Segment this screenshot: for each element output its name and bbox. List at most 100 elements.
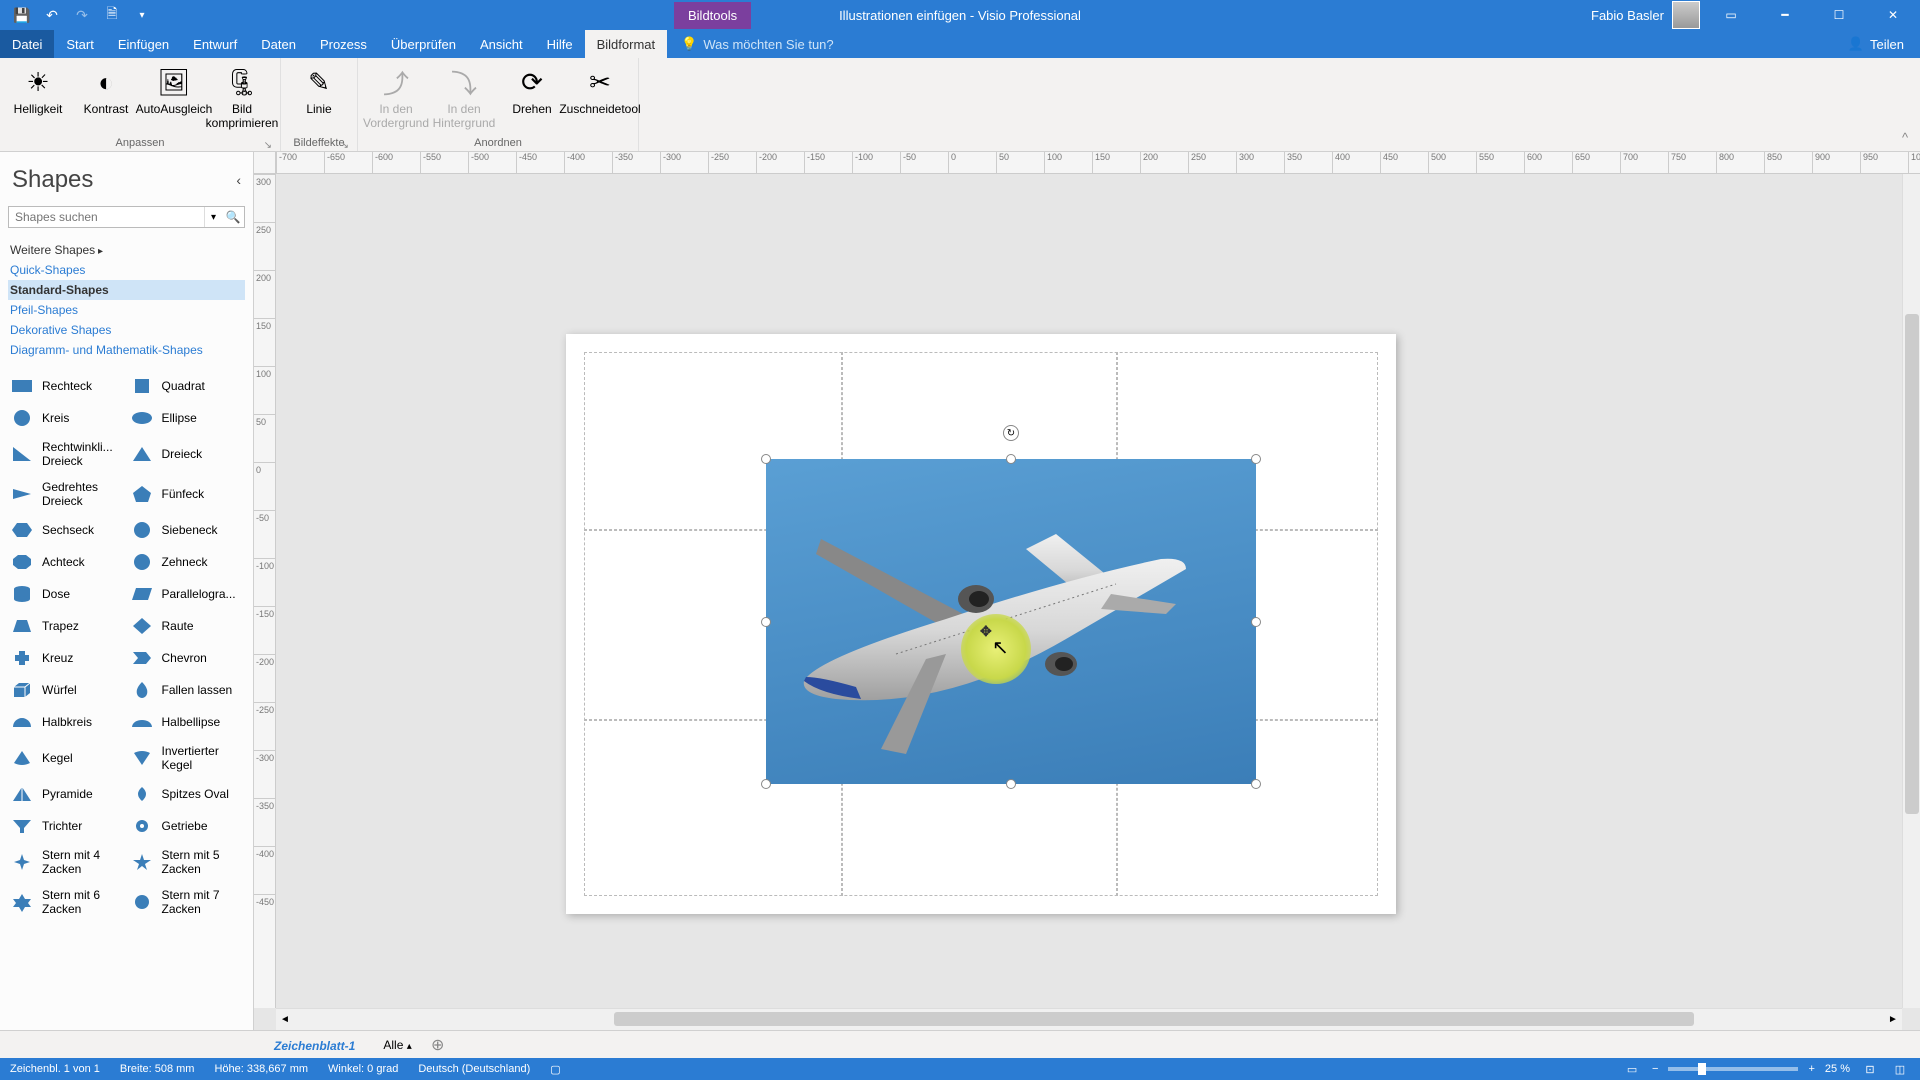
shape-star7[interactable]: Stern mit 7 Zacken: [128, 884, 246, 920]
new-page-icon[interactable]: 🗎: [100, 3, 124, 27]
ribbon-brightness-button[interactable]: ☀Helligkeit: [6, 62, 70, 137]
shapes-category-standard-shapes[interactable]: Standard-Shapes: [8, 280, 245, 300]
shapes-category-pfeil-shapes[interactable]: Pfeil-Shapes: [8, 300, 245, 320]
tab-daten[interactable]: Daten: [249, 30, 308, 58]
tab-ansicht[interactable]: Ansicht: [468, 30, 535, 58]
collapse-ribbon-icon[interactable]: ^: [1890, 58, 1920, 151]
tab-datei[interactable]: Datei: [0, 30, 54, 58]
shape-oct[interactable]: Achteck: [8, 548, 126, 576]
ribbon-line-button[interactable]: ✎Linie: [287, 62, 351, 137]
ribbon-auto-button[interactable]: 🖼AutoAusgleich: [142, 62, 206, 137]
zoom-slider-thumb[interactable]: [1698, 1063, 1706, 1075]
h-scroll-thumb[interactable]: [614, 1012, 1694, 1026]
dialog-launcher-icon[interactable]: ↘: [341, 140, 349, 151]
shape-cross[interactable]: Kreuz: [8, 644, 126, 672]
shape-hept[interactable]: Siebeneck: [128, 516, 246, 544]
maximize-icon[interactable]: ☐: [1816, 0, 1862, 30]
shape-cone[interactable]: Kegel: [8, 740, 126, 776]
shape-chev[interactable]: Chevron: [128, 644, 246, 672]
shape-semie[interactable]: Halbellipse: [128, 708, 246, 736]
shapes-category-weitere-shapes[interactable]: Weitere Shapes: [8, 240, 245, 260]
shape-square[interactable]: Quadrat: [128, 372, 246, 400]
macro-record-icon[interactable]: ▢: [550, 1063, 560, 1076]
tab-start[interactable]: Start: [54, 30, 105, 58]
search-go-icon[interactable]: 🔍: [222, 207, 244, 227]
shape-para[interactable]: Parallelogra...: [128, 580, 246, 608]
zoom-level[interactable]: 25 %: [1825, 1063, 1850, 1075]
close-icon[interactable]: ✕: [1870, 0, 1916, 30]
shape-ellipse[interactable]: Ellipse: [128, 404, 246, 432]
shapes-category-dekorative-shapes[interactable]: Dekorative Shapes: [8, 320, 245, 340]
resize-handle-tm[interactable]: [1006, 454, 1016, 464]
shape-dia[interactable]: Raute: [128, 612, 246, 640]
shape-rotri[interactable]: Gedrehtes Dreieck: [8, 476, 126, 512]
resize-handle-mr[interactable]: [1251, 617, 1261, 627]
tab-überprüfen[interactable]: Überprüfen: [379, 30, 468, 58]
redo-icon[interactable]: ↷: [70, 3, 94, 27]
v-scroll-thumb[interactable]: [1905, 314, 1919, 814]
vertical-scrollbar[interactable]: [1902, 174, 1920, 1008]
shape-tri[interactable]: Dreieck: [128, 436, 246, 472]
shape-rect[interactable]: Rechteck: [8, 372, 126, 400]
shapes-category-quick-shapes[interactable]: Quick-Shapes: [8, 260, 245, 280]
resize-handle-bm[interactable]: [1006, 779, 1016, 789]
resize-handle-bl[interactable]: [761, 779, 771, 789]
ribbon-crop-button[interactable]: ✂Zuschneidetool: [568, 62, 632, 137]
add-page-button[interactable]: ⊕: [426, 1033, 450, 1057]
minimize-icon[interactable]: ━: [1762, 0, 1808, 30]
ribbon-rotate-button[interactable]: ⟳Drehen: [500, 62, 564, 137]
shape-gear[interactable]: Getriebe: [128, 812, 246, 840]
context-tab-bildtools[interactable]: Bildtools: [674, 2, 751, 29]
save-icon[interactable]: 💾: [10, 3, 34, 27]
resize-handle-tr[interactable]: [1251, 454, 1261, 464]
tab-entwurf[interactable]: Entwurf: [181, 30, 249, 58]
shape-rtri[interactable]: Rechtwinkli... Dreieck: [8, 436, 126, 472]
fit-page-icon[interactable]: ⊡: [1860, 1060, 1880, 1078]
shape-circle[interactable]: Kreis: [8, 404, 126, 432]
shape-penta[interactable]: Fünfeck: [128, 476, 246, 512]
collapse-shapes-icon[interactable]: ‹: [236, 172, 241, 188]
rotation-handle[interactable]: ↻: [1003, 425, 1019, 441]
horizontal-scrollbar[interactable]: [294, 1009, 1884, 1030]
ribbon-compress-button[interactable]: 🗜Bild komprimieren: [210, 62, 274, 137]
shape-dec[interactable]: Zehneck: [128, 548, 246, 576]
selected-image[interactable]: ✥ ↖ ↻: [766, 459, 1256, 784]
shape-cube[interactable]: Würfel: [8, 676, 126, 704]
shape-star6[interactable]: Stern mit 6 Zacken: [8, 884, 126, 920]
shape-drop[interactable]: Fallen lassen: [128, 676, 246, 704]
tab-prozess[interactable]: Prozess: [308, 30, 379, 58]
shapes-search-input[interactable]: [9, 207, 204, 227]
page-tab-1[interactable]: Zeichenblatt-1: [260, 1033, 369, 1057]
zoom-slider[interactable]: [1668, 1067, 1798, 1071]
pan-zoom-icon[interactable]: ◫: [1890, 1060, 1910, 1078]
resize-handle-tl[interactable]: [761, 454, 771, 464]
undo-icon[interactable]: ↶: [40, 3, 64, 27]
ribbon-contrast-button[interactable]: ◐Kontrast: [74, 62, 138, 137]
ribbon-options-icon[interactable]: ▭: [1708, 0, 1754, 30]
user-avatar-icon[interactable]: [1672, 1, 1700, 29]
shape-semi[interactable]: Halbkreis: [8, 708, 126, 736]
status-language[interactable]: Deutsch (Deutschland): [418, 1063, 530, 1075]
resize-handle-br[interactable]: [1251, 779, 1261, 789]
shape-icone[interactable]: Invertierter Kegel: [128, 740, 246, 776]
tab-einfügen[interactable]: Einfügen: [106, 30, 181, 58]
shape-funnel[interactable]: Trichter: [8, 812, 126, 840]
shape-poval[interactable]: Spitzes Oval: [128, 780, 246, 808]
search-dropdown-icon[interactable]: ▾: [204, 207, 222, 227]
shapes-category-diagramm-und-mathematik-shapes[interactable]: Diagramm- und Mathematik-Shapes: [8, 340, 245, 360]
tab-hilfe[interactable]: Hilfe: [535, 30, 585, 58]
share-button[interactable]: 👤 Teilen: [1832, 30, 1920, 58]
shape-star4[interactable]: Stern mit 4 Zacken: [8, 844, 126, 880]
qat-dropdown-icon[interactable]: ▾: [130, 3, 154, 27]
shape-can[interactable]: Dose: [8, 580, 126, 608]
resize-handle-ml[interactable]: [761, 617, 771, 627]
page-tab-all[interactable]: Alle ▴: [373, 1034, 421, 1056]
scroll-right-icon[interactable]: ►: [1884, 1009, 1902, 1030]
zoom-in-icon[interactable]: +: [1808, 1063, 1814, 1075]
tell-me-search[interactable]: 💡 Was möchten Sie tun?: [667, 30, 834, 58]
canvas[interactable]: ✥ ↖ ↻: [276, 174, 1902, 1008]
shape-trap[interactable]: Trapez: [8, 612, 126, 640]
tab-bildformat[interactable]: Bildformat: [585, 30, 668, 58]
shape-hex[interactable]: Sechseck: [8, 516, 126, 544]
user-name[interactable]: Fabio Basler: [1591, 8, 1664, 23]
